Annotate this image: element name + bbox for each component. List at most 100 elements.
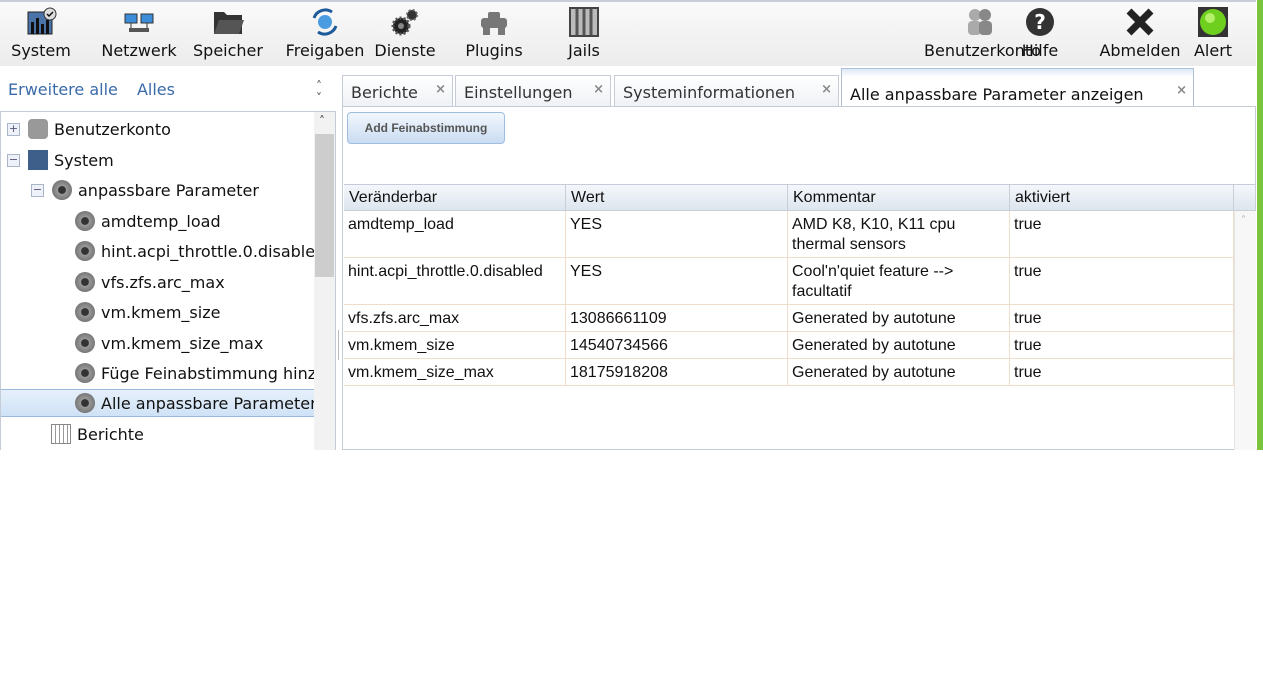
table-row[interactable]: vfs.zfs.arc_max 13086661109 Generated by a… xyxy=(344,305,1234,332)
tab-label: Einstellungen xyxy=(464,83,573,102)
column-header-comment[interactable]: Kommentar xyxy=(788,185,1010,211)
toolbar-alert-button[interactable]: Alert xyxy=(1188,6,1238,60)
toolbar-label: Abmelden xyxy=(1099,41,1181,60)
scroll-thumb[interactable] xyxy=(315,134,334,277)
tree-label: Berichte xyxy=(77,424,144,444)
tunables-panel: Add Feinabstimmung Veränderbar Wert Komm… xyxy=(342,106,1256,450)
svg-text:?: ? xyxy=(1034,10,1046,34)
toolbar-label: Hilfe xyxy=(1021,41,1059,60)
panel-splitter[interactable] xyxy=(338,330,340,360)
alert-green-light-icon xyxy=(1198,7,1228,37)
cell-enabled: true xyxy=(1010,211,1234,257)
table-row[interactable]: hint.acpi_throttle.0.disabled YES Cool'n'q… xyxy=(344,258,1234,305)
toolbar-network-button[interactable]: Netzwerk xyxy=(98,6,180,60)
collapse-icon[interactable]: − xyxy=(31,183,44,197)
plugins-icon xyxy=(481,12,507,35)
column-header-enabled[interactable]: aktiviert xyxy=(1010,185,1234,211)
tree-node-acpi-throttle[interactable]: hint.acpi_throttle.0.disabled xyxy=(75,237,314,265)
tree-label: vfs.zfs.arc_max xyxy=(101,272,225,292)
cell-comment: Generated by autotune xyxy=(788,305,1010,331)
cell-enabled: true xyxy=(1010,332,1234,358)
help-icon: ? xyxy=(1026,8,1054,36)
toolbar-storage-button[interactable]: Speicher xyxy=(188,6,268,60)
tree-node-add-tunable[interactable]: Füge Feinabstimmung hinzu xyxy=(75,359,314,387)
table-row[interactable]: amdtemp_load YES AMD K8, K10, K11 cpu ther… xyxy=(344,211,1234,258)
column-header-variable[interactable]: Veränderbar xyxy=(344,185,566,211)
tab-systeminformationen[interactable]: Systeminformationen × xyxy=(614,75,839,107)
jails-icon xyxy=(569,7,599,37)
tunable-gear-icon xyxy=(52,180,72,200)
expand-icon[interactable]: + xyxy=(7,122,20,136)
scroll-up-icon[interactable]: ˄ xyxy=(1241,215,1246,226)
users-icon xyxy=(968,9,992,35)
tree-node-kmem-size-max[interactable]: vm.kmem_size_max xyxy=(75,329,314,357)
tab-einstellungen[interactable]: Einstellungen × xyxy=(455,75,611,107)
tab-all-tunables[interactable]: Alle anpassbare Parameter anzeigen × xyxy=(841,68,1194,107)
column-header-value[interactable]: Wert xyxy=(566,185,788,211)
tree-label: vm.kmem_size_max xyxy=(101,333,264,353)
cell-value: YES xyxy=(566,211,788,257)
reports-chart-icon xyxy=(51,424,71,444)
toolbar-label: Freigaben xyxy=(285,41,365,60)
cell-enabled: true xyxy=(1010,258,1234,304)
tree-node-arc-max[interactable]: vfs.zfs.arc_max xyxy=(75,268,314,296)
tab-label: Systeminformationen xyxy=(623,83,795,102)
table-row[interactable]: vm.kmem_size_max 18175918208 Generated by … xyxy=(344,359,1234,386)
tree-node-kmem-size[interactable]: vm.kmem_size xyxy=(75,298,314,326)
toolbar-help-button[interactable]: ? Hilfe xyxy=(1020,6,1060,60)
cell-enabled: true xyxy=(1010,305,1234,331)
tree-node-view-all-tunables[interactable]: Alle anpassbare Parameter anzeigen xyxy=(1,389,314,417)
tunable-gear-icon xyxy=(75,272,95,292)
cell-variable: hint.acpi_throttle.0.disabled xyxy=(344,258,566,304)
network-icon xyxy=(124,13,154,32)
tree-scrollbar[interactable]: ˄ xyxy=(314,112,335,450)
cell-comment: Generated by autotune xyxy=(788,359,1010,385)
tab-label: Berichte xyxy=(351,83,418,102)
expand-all-link[interactable]: Erweitere alle xyxy=(8,80,118,99)
close-icon[interactable]: × xyxy=(1176,83,1187,98)
sharing-globe-icon xyxy=(312,8,338,36)
tree-node-benutzerkonto[interactable]: + Benutzerkonto xyxy=(7,115,320,143)
toolbar-logout-button[interactable]: Abmelden xyxy=(1094,6,1186,60)
cell-value: YES xyxy=(566,258,788,304)
cell-variable: vm.kmem_size_max xyxy=(344,359,566,385)
tree-label: amdtemp_load xyxy=(101,211,221,231)
toolbar-system-button[interactable]: System xyxy=(6,6,76,60)
add-tunable-button[interactable]: Add Feinabstimmung xyxy=(347,112,505,144)
tunable-gear-icon xyxy=(75,211,95,231)
links-scroll-arrows[interactable]: ˄ ˅ xyxy=(316,80,322,104)
tree-node-reports[interactable]: Berichte xyxy=(51,420,314,448)
tree-node-system[interactable]: − System xyxy=(7,146,320,174)
tree-label: Füge Feinabstimmung hinzu xyxy=(101,363,314,383)
toolbar-sharing-button[interactable]: Freigaben xyxy=(280,6,370,60)
scroll-up-icon[interactable]: ˄ xyxy=(319,114,325,128)
navigation-tree: + Benutzerkonto − System − anpassbare Param… xyxy=(0,111,336,450)
close-icon[interactable]: × xyxy=(821,82,832,97)
cell-value: 14540734566 xyxy=(566,332,788,358)
tree-label: vm.kmem_size xyxy=(101,302,221,322)
tree-label: hint.acpi_throttle.0.disabled xyxy=(101,241,314,261)
storage-folder-icon xyxy=(214,12,244,34)
right-edge-bar xyxy=(1256,0,1263,450)
toolbar-label: Plugins xyxy=(465,41,523,60)
tab-label: Alle anpassbare Parameter anzeigen xyxy=(850,85,1144,104)
toolbar-plugins-button[interactable]: Plugins xyxy=(460,6,528,60)
toolbar-label: Netzwerk xyxy=(101,41,177,60)
cell-variable: vfs.zfs.arc_max xyxy=(344,305,566,331)
close-icon[interactable]: × xyxy=(593,82,604,97)
close-icon[interactable]: × xyxy=(435,82,446,97)
tree-node-tunables[interactable]: − anpassbare Parameter xyxy=(31,176,335,204)
collapse-icon[interactable]: − xyxy=(7,153,20,167)
top-toolbar: System Netzwerk Speicher Freigaben Diens… xyxy=(0,0,1256,66)
tree-node-amdtemp-load[interactable]: amdtemp_load xyxy=(75,207,314,235)
tab-berichte[interactable]: Berichte × xyxy=(342,75,453,107)
logout-x-icon xyxy=(1126,8,1154,36)
system-icon xyxy=(27,7,57,35)
table-scrollbar[interactable]: ˄ xyxy=(1234,211,1256,450)
toolbar-jails-button[interactable]: Jails xyxy=(560,6,608,60)
cell-value: 18175918208 xyxy=(566,359,788,385)
tunable-gear-icon xyxy=(75,333,95,353)
toolbar-services-button[interactable]: Dienste xyxy=(372,6,438,60)
table-row[interactable]: vm.kmem_size 14540734566 Generated by auto… xyxy=(344,332,1234,359)
collapse-all-link[interactable]: Alles xyxy=(137,80,175,99)
